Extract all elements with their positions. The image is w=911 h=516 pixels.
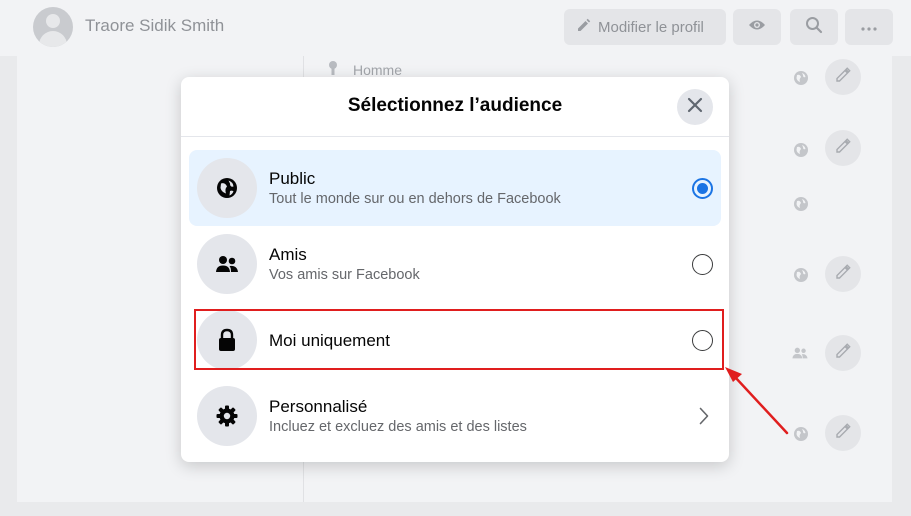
gear-icon bbox=[197, 386, 257, 446]
option-description: Incluez et excluez des amis et des liste… bbox=[269, 419, 527, 435]
search-icon bbox=[805, 16, 823, 39]
pencil-icon bbox=[834, 263, 852, 286]
gender-value: Homme bbox=[353, 61, 403, 78]
radio-friends[interactable] bbox=[692, 254, 713, 275]
option-title: Public bbox=[269, 169, 316, 188]
dialog-title: Sélectionnez l’audience bbox=[347, 95, 563, 116]
eye-icon bbox=[748, 18, 766, 37]
audience-option-public[interactable]: Public Tout le monde sur ou en dehors de… bbox=[189, 150, 721, 226]
pencil-icon bbox=[576, 17, 592, 37]
radio-public[interactable] bbox=[692, 178, 713, 199]
option-description: Vos amis sur Facebook bbox=[269, 267, 420, 283]
close-button[interactable] bbox=[677, 89, 713, 125]
radio-only-me[interactable] bbox=[692, 330, 713, 351]
avatar[interactable] bbox=[33, 7, 73, 47]
edit-field-button[interactable] bbox=[825, 415, 861, 451]
profile-header: Traore Sidik Smith Modifier le profil bbox=[0, 0, 911, 56]
view-as-button[interactable] bbox=[733, 9, 781, 45]
search-button[interactable] bbox=[790, 9, 838, 45]
chevron-right-icon bbox=[699, 407, 709, 430]
option-title: Personnalisé bbox=[269, 397, 368, 416]
audience-option-only-me[interactable]: Moi uniquement bbox=[189, 310, 721, 370]
globe-icon[interactable] bbox=[793, 196, 809, 212]
audience-dialog: Sélectionnez l’audience Public Tout le m… bbox=[181, 77, 729, 462]
edit-field-button[interactable] bbox=[825, 59, 861, 95]
pencil-icon bbox=[834, 66, 852, 89]
option-title: Amis bbox=[269, 245, 307, 264]
friends-icon bbox=[197, 234, 257, 294]
globe-icon bbox=[197, 158, 257, 218]
profile-name: Traore Sidik Smith bbox=[85, 16, 225, 35]
globe-icon[interactable] bbox=[793, 70, 809, 86]
edit-field-button[interactable] bbox=[825, 335, 861, 371]
friends-icon[interactable] bbox=[792, 345, 808, 361]
lock-icon bbox=[197, 310, 257, 370]
globe-icon[interactable] bbox=[793, 426, 809, 442]
pencil-icon bbox=[834, 342, 852, 365]
pencil-icon bbox=[834, 422, 852, 445]
pencil-icon bbox=[834, 137, 852, 160]
more-options-button[interactable] bbox=[845, 9, 893, 45]
edit-field-button[interactable] bbox=[825, 130, 861, 166]
edit-profile-button[interactable]: Modifier le profil bbox=[564, 9, 726, 45]
dialog-header: Sélectionnez l’audience bbox=[181, 77, 729, 137]
option-description: Tout le monde sur ou en dehors de Facebo… bbox=[269, 191, 561, 207]
globe-icon[interactable] bbox=[793, 267, 809, 283]
globe-icon[interactable] bbox=[793, 142, 809, 158]
more-icon bbox=[861, 18, 877, 36]
audience-option-custom[interactable]: Personnalisé Incluez et excluez des amis… bbox=[189, 378, 721, 454]
close-icon bbox=[687, 97, 703, 118]
edit-field-button[interactable] bbox=[825, 256, 861, 292]
edit-profile-label: Modifier le profil bbox=[598, 18, 704, 36]
audience-option-friends[interactable]: Amis Vos amis sur Facebook bbox=[189, 226, 721, 302]
option-title: Moi uniquement bbox=[269, 331, 390, 350]
